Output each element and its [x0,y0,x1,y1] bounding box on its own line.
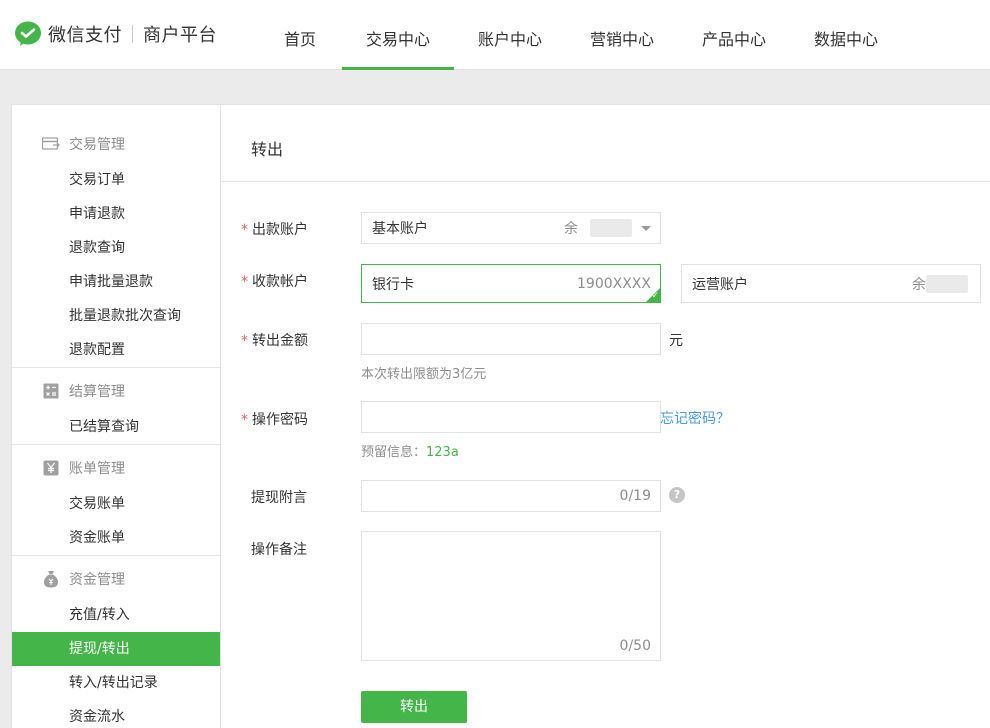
wechat-pay-logo-icon [15,21,41,46]
yen-icon [42,459,60,477]
page-title: 转出 [251,140,284,159]
transaction-icon [42,135,60,153]
sidebar-item-transfer-records[interactable]: 转入/转出记录 [12,666,220,700]
sidebar-group-bills: 账单管理 交易账单 资金账单 [12,449,220,556]
password-label: * 操作密码 [241,412,308,428]
sidebar-item-recharge[interactable]: 充值/转入 [12,598,220,632]
from-account-select[interactable]: 基本账户 余 [361,212,661,244]
sidebar-group-title: 账单管理 [69,461,125,477]
remark-counter: 0/50 [619,638,651,654]
sidebar-group-header: 交易管理 [12,125,220,163]
amount-unit: 元 [669,333,683,349]
balance-label: 余 [564,221,578,237]
money-bag-icon [42,570,60,588]
sidebar-item-refund-query[interactable]: 退款查询 [12,231,220,265]
brand-logo[interactable]: 微信支付 商户平台 [14,20,217,48]
sidebar-group-header: 结算管理 [12,372,220,410]
sidebar: 交易管理 交易订单 申请退款 退款查询 申请批量退款 批量退款批次查询 退款配置… [12,105,221,728]
bank-card-number: 1900XXXX [577,275,651,292]
forgot-password-link[interactable]: 忘记密码？ [660,408,730,428]
reserved-info-hint: 预留信息：123a [361,445,459,460]
nav-trade-center[interactable]: 交易中心 [342,0,454,70]
sidebar-group-funds: 资金管理 充值/转入 提现/转出 转入/转出记录 资金流水 [12,560,220,728]
nav-marketing-center[interactable]: 营销中心 [566,0,678,70]
masked-balance [926,274,968,293]
message-label: 提现附言 [251,490,307,506]
remark-label: 操作备注 [251,542,307,558]
amount-limit-hint: 本次转出限额为3亿元 [361,367,487,382]
masked-balance [590,219,632,237]
sidebar-item-batch-refund[interactable]: 申请批量退款 [12,265,220,299]
nav-account-center[interactable]: 账户中心 [454,0,566,70]
brand-subtitle: 商户平台 [143,25,217,46]
sidebar-item-refund-config[interactable]: 退款配置 [12,333,220,367]
sidebar-group-title: 资金管理 [69,572,125,588]
to-account-bank-card-option[interactable]: 银行卡 1900XXXX ✓ [361,264,661,303]
sidebar-item-fund-flow[interactable]: 资金流水 [12,700,220,728]
sidebar-item-fund-bill[interactable]: 资金账单 [12,521,220,555]
sidebar-item-withdraw[interactable]: 提现/转出 [12,632,220,666]
sidebar-item-settled-query[interactable]: 已结算查询 [12,410,220,444]
calculator-icon [42,382,60,400]
amount-input[interactable] [361,323,661,355]
sidebar-group-transaction: 交易管理 交易订单 申请退款 退款查询 申请批量退款 批量退款批次查询 退款配置 [12,125,220,368]
sidebar-item-batch-refund-query[interactable]: 批量退款批次查询 [12,299,220,333]
main-nav: 首页 交易中心 账户中心 营销中心 产品中心 数据中心 [258,0,902,70]
sidebar-group-settlement: 结算管理 已结算查询 [12,372,220,445]
amount-label: * 转出金额 [241,333,308,349]
sidebar-group-header: 资金管理 [12,560,220,598]
remark-textarea[interactable]: 0/50 [361,531,661,661]
to-account-label: * 收款帐户 [241,274,308,290]
nav-data-center[interactable]: 数据中心 [790,0,902,70]
message-input[interactable]: 0/19 [361,480,661,512]
content-area: 转出 * 出款账户 基本账户 余 * 收款帐户 银行卡 1900XXXX ✓ 运营账… [221,105,990,728]
help-icon[interactable]: ? [669,487,685,503]
balance-label: 余 [912,276,926,293]
title-divider [221,181,990,182]
sidebar-item-trade-orders[interactable]: 交易订单 [12,163,220,197]
main-panel: 交易管理 交易订单 申请退款 退款查询 申请批量退款 批量退款批次查询 退款配置… [11,104,990,728]
nav-home[interactable]: 首页 [258,0,342,70]
sidebar-item-trade-bill[interactable]: 交易账单 [12,487,220,521]
checkmark-icon: ✓ [651,291,659,301]
to-account-operation-option[interactable]: 运营账户 余 [681,264,981,303]
submit-transfer-button[interactable]: 转出 [361,691,467,723]
chevron-down-icon [641,226,651,231]
top-header: 微信支付 商户平台 首页 交易中心 账户中心 营销中心 产品中心 数据中心 [0,0,990,70]
password-input[interactable] [361,401,661,433]
from-account-label: * 出款账户 [241,222,308,238]
sidebar-group-title: 结算管理 [69,384,125,400]
message-counter: 0/19 [619,488,651,504]
sidebar-group-title: 交易管理 [69,137,125,153]
brand-name: 微信支付 [48,25,122,46]
sidebar-group-header: 账单管理 [12,449,220,487]
sidebar-item-apply-refund[interactable]: 申请退款 [12,197,220,231]
brand-divider [132,25,133,43]
nav-product-center[interactable]: 产品中心 [678,0,790,70]
